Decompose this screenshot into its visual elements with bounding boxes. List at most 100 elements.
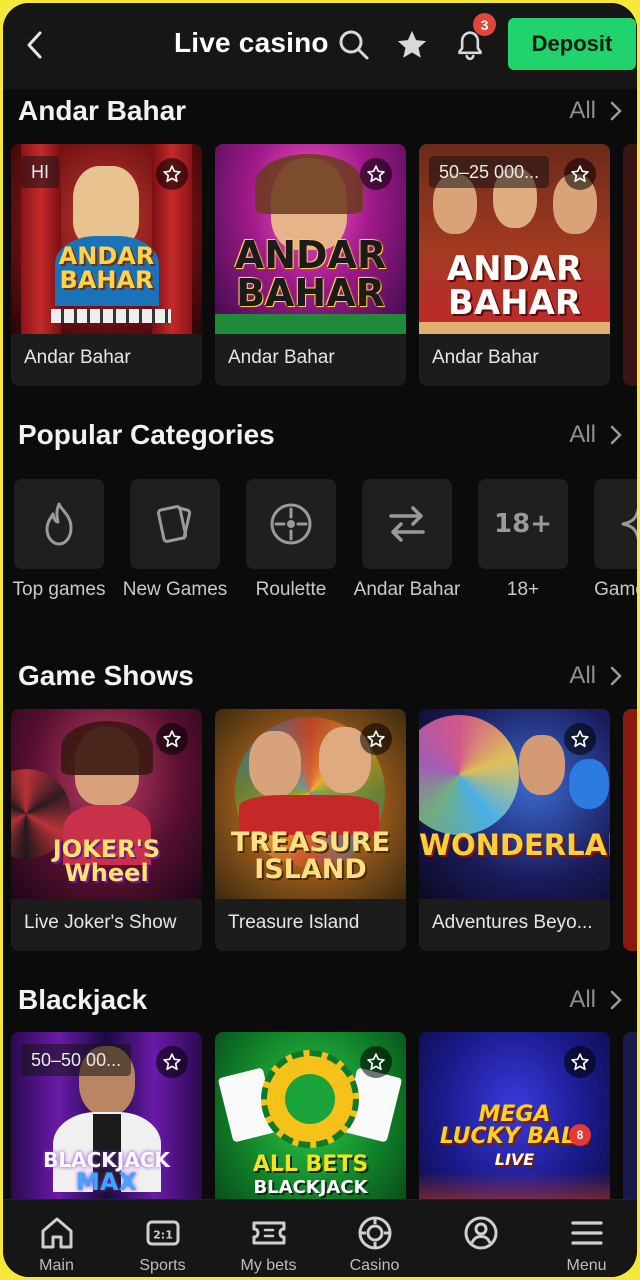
game-card-peek[interactable] [623,144,637,386]
category-label: New Games [122,579,228,600]
section-header-blackjack: Blackjack All [18,980,622,1020]
chevron-right-icon [610,101,622,121]
game-card[interactable]: ANDAR BAHAR 50–25 000... Andar Bahar [419,144,610,386]
favorite-star-icon[interactable] [156,1046,188,1078]
game-badge: HI [21,156,59,188]
page-title: Live casino [174,27,329,58]
top-bar: Live casino 3 Deposit [3,3,637,89]
nav-item-profile[interactable] [427,1200,534,1277]
game-logo-text: ANDAR BAHAR [58,242,155,294]
hamburger-icon [533,1216,637,1250]
cards-icon [130,479,220,569]
favorite-star-icon[interactable] [564,158,596,190]
category-label: 18+ [506,579,540,600]
game-card[interactable]: BLACKJACK MAX 50–50 00... [11,1032,202,1199]
see-all-label: All [569,421,596,448]
swap-arrows-icon [362,479,452,569]
nav-label: Main [39,1257,74,1274]
section-title: Blackjack [18,984,148,1015]
category-roulette[interactable]: Roulette [233,479,349,603]
game-row-blackjack: BLACKJACK MAX 50–50 00... ALL BETS BLACKJA… [11,1032,637,1199]
see-all-label: All [569,97,596,124]
game-card[interactable]: ANDAR BAHAR Andar Bahar [215,144,406,386]
category-label: Andar Bahar [353,579,461,600]
see-all-link[interactable]: All [569,980,622,1020]
game-card[interactable]: MEGA LUCKY BALL LIVE 8 [419,1032,610,1199]
game-name: Adventures Beyo... [432,912,593,933]
favorite-star-icon[interactable] [564,723,596,755]
category-andar-bahar[interactable]: Andar Bahar [349,479,465,603]
notification-badge: 3 [473,13,496,36]
category-game-hits[interactable]: Game Hits [581,479,637,603]
nav-item-casino[interactable]: Casino [321,1200,428,1277]
see-all-label: All [569,662,596,689]
nav-item-menu[interactable]: Menu [533,1200,637,1277]
category-top-games[interactable]: Top games [3,479,117,603]
favorite-star-icon[interactable] [360,158,392,190]
game-name: Andar Bahar [24,347,131,368]
flame-icon [14,479,104,569]
nav-item-sports[interactable]: 2:1 Sports [109,1200,216,1277]
favorite-star-icon[interactable] [156,158,188,190]
star-icon[interactable] [390,23,434,67]
favorite-star-icon[interactable] [360,1046,392,1078]
game-logo-text: JOKER'S Wheel [52,835,161,887]
category-new-games[interactable]: New Games [117,479,233,603]
game-card-peek[interactable] [623,709,637,951]
chevron-right-icon [610,425,622,445]
game-card[interactable]: JOKER'S Wheel Live Joker's Show [11,709,202,951]
game-logo-text: WONDERLAND [419,828,610,862]
search-icon[interactable] [332,23,376,67]
nav-label: My bets [240,1257,297,1274]
section-header-popular-categories: Popular Categories All [18,415,622,455]
section-title: Game Shows [18,660,194,691]
game-logo-text: ALL BETS BLACKJACK [252,1152,369,1198]
game-row-andar-bahar: ANDAR BAHAR HI Andar Bahar ANDAR BAHAR An… [11,144,637,386]
favorite-star-icon[interactable] [564,1046,596,1078]
ticket-icon [215,1216,322,1250]
svg-text:2:1: 2:1 [153,1229,173,1242]
nav-label: Menu [566,1257,607,1274]
category-18-plus[interactable]: 18+ 18+ [465,479,581,603]
see-all-link[interactable]: All [569,91,622,131]
section-title: Popular Categories [18,419,275,450]
game-card[interactable]: ANDAR BAHAR HI Andar Bahar [11,144,202,386]
section-header-andar-bahar: Andar Bahar All [18,91,622,131]
eighteen-plus-icon: 18+ [478,479,568,569]
chevron-right-icon [610,990,622,1010]
game-card-peek[interactable] [623,1032,637,1199]
category-label: Game Hits [594,579,637,600]
section-title: Andar Bahar [18,95,187,126]
game-row-game-shows: JOKER'S Wheel Live Joker's Show TREASURE… [11,709,637,951]
game-logo-text: BLACKJACK MAX [43,1148,170,1196]
chip-icon [321,1216,428,1250]
favorite-star-icon[interactable] [360,723,392,755]
category-label: Top games [12,579,106,600]
game-name: Treasure Island [228,912,360,933]
game-card[interactable]: WONDERLAND Adventures Beyo... [419,709,610,951]
nav-item-my-bets[interactable]: My bets [215,1200,322,1277]
home-icon [3,1216,110,1250]
nav-item-main[interactable]: Main [3,1200,110,1277]
game-name: Andar Bahar [432,347,539,368]
app-frame: Live casino 3 Deposit Andar Bahar All AN… [3,3,637,1277]
nav-label: Sports [139,1257,186,1274]
game-name: Live Joker's Show [24,912,177,933]
game-badge: 50–25 000... [429,156,550,188]
section-header-game-shows: Game Shows All [18,656,622,696]
see-all-label: All [569,986,596,1013]
favorite-star-icon[interactable] [156,723,188,755]
game-name: Andar Bahar [228,347,335,368]
deposit-button[interactable]: Deposit [508,18,636,70]
game-card[interactable]: TREASURE ISLAND Treasure Island [215,709,406,951]
see-all-link[interactable]: All [569,656,622,696]
category-row: Top games New Games Roulette Andar Bahar… [11,479,637,629]
sparkle-icon [594,479,637,569]
back-arrow-icon[interactable] [15,25,55,65]
bottom-navigation: Main 2:1 Sports My bets Casino Menu [3,1199,637,1277]
profile-icon [427,1216,534,1250]
chevron-right-icon [610,666,622,686]
category-label: Roulette [255,579,327,600]
see-all-link[interactable]: All [569,415,622,455]
game-card[interactable]: ALL BETS BLACKJACK [215,1032,406,1199]
